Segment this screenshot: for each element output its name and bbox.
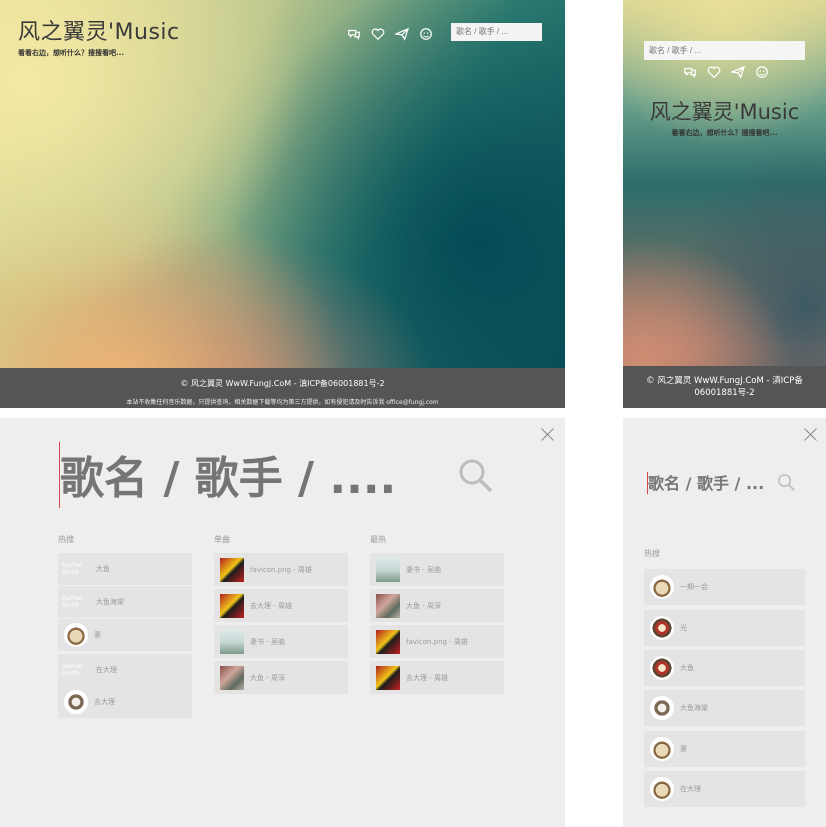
heart-icon[interactable] [371, 26, 385, 41]
item-label: 大鱼 - 周深 [250, 673, 285, 682]
item-label: 大鱼 [96, 565, 110, 573]
item-label: 大鱼 [680, 664, 694, 672]
bird-avatar [650, 656, 674, 680]
footer: © 风之翼灵 WwW.FungJ.CoM - 滇ICP备06001881号-2 … [0, 368, 565, 408]
item-label: 大鱼 - 周深 [406, 601, 441, 610]
list-item[interactable]: 大鱼 - 周深 [370, 589, 504, 622]
fish-cover [376, 593, 400, 618]
list-item[interactable]: 大鱼海棠 [644, 690, 805, 726]
item-label: 妻 [94, 631, 101, 639]
smiley-icon[interactable] [755, 64, 769, 78]
dog-avatar [64, 623, 88, 647]
item-label: favicon.png - 周雄 [406, 637, 468, 646]
smiley-icon[interactable] [419, 26, 433, 40]
item-label: 在大理 [96, 666, 117, 674]
item-label: 一期一会 [680, 583, 708, 591]
dog-avatar [650, 737, 674, 761]
list-item[interactable]: Rachel Smith 大鱼 [58, 553, 192, 585]
item-label: 妻 [680, 745, 687, 753]
item-label: 光 [680, 624, 687, 632]
search-icon[interactable] [458, 458, 494, 494]
favicon-cover [376, 665, 400, 690]
list-item[interactable]: 大鱼 [644, 650, 805, 686]
column-title-hot: 热搜 [58, 535, 74, 544]
brand: 风之翼灵'Music 看看右边，想听什么？搜搜看吧... [18, 14, 180, 58]
dog-avatar [650, 575, 674, 599]
list-item[interactable]: 去大理 [58, 686, 192, 718]
item-label: 大鱼海棠 [680, 704, 708, 712]
close-icon[interactable] [804, 427, 818, 441]
footer: © 风之翼灵 WwW.FungJ.CoM - 滇ICP备06001881号-2 [623, 366, 826, 408]
search-icon[interactable] [777, 473, 796, 492]
mobile-hero-panel: 风之翼灵'Music 看看右边，想听什么？搜搜看吧... © 风之翼灵 WwW.… [623, 0, 826, 408]
list-item[interactable]: 妻书 - 吴脑 [370, 553, 504, 586]
top-icon-bar [683, 64, 769, 79]
list-item[interactable]: 一期一会 [644, 569, 805, 605]
list-item[interactable]: 去大理 - 周雄 [214, 589, 348, 622]
site-subtitle: 看看右边，想听什么？搜搜看吧... [671, 129, 778, 137]
thumb-text: Rachel Smith [62, 663, 83, 677]
site-title[interactable]: 风之翼灵'Music [623, 96, 826, 126]
landscape-cover [220, 629, 244, 654]
list-item[interactable]: Rachel Smith 在大理 [58, 654, 192, 686]
footer-copyright: © 风之翼灵 WwW.FungJ.CoM - 滇ICP备06001881号-2 [646, 376, 803, 398]
item-label: 在大理 [680, 785, 701, 793]
list-item[interactable]: favicon.png - 周雄 [214, 553, 348, 586]
thumb-text: Rachel Smith [62, 595, 83, 609]
search-input[interactable] [648, 472, 768, 494]
list-item[interactable]: 妻 [58, 619, 192, 651]
chat-icon[interactable] [347, 26, 361, 40]
landscape-cover [376, 557, 400, 582]
desktop-hero-panel: 风之翼灵'Music 看看右边，想听什么？搜搜看吧... © 风之翼灵 WwW.… [0, 0, 565, 408]
heart-icon[interactable] [707, 64, 721, 79]
paper-plane-icon[interactable] [729, 64, 746, 79]
top-icon-bar [347, 26, 433, 41]
item-label: 妻书 - 吴脑 [406, 565, 441, 574]
favicon-cover [220, 593, 244, 618]
list-item[interactable]: 妻 [644, 731, 805, 767]
search-overlay: 热搜 Rachel Smith 大鱼 Rachel Smith 大鱼海棠 妻 Rac… [0, 418, 565, 827]
item-label: 去大理 [94, 698, 115, 706]
close-icon[interactable] [541, 427, 555, 441]
owl-avatar [650, 696, 674, 720]
site-subtitle: 看看右边，想听什么？搜搜看吧... [18, 49, 124, 57]
list-item[interactable]: 妻书 - 吴脑 [214, 625, 348, 658]
column-title-singles: 单曲 [214, 535, 230, 544]
list-item[interactable]: 大鱼 - 周深 [214, 661, 348, 694]
list-item[interactable]: Rachel Smith 大鱼海棠 [58, 586, 192, 618]
brand: 风之翼灵'Music 看看右边，想听什么？搜搜看吧... [623, 96, 826, 138]
bird-avatar [650, 616, 674, 640]
favicon-cover [376, 629, 400, 654]
paper-plane-icon[interactable] [393, 26, 410, 41]
item-label: 大鱼海棠 [96, 598, 124, 606]
fish-cover [220, 665, 244, 690]
search-input[interactable] [451, 23, 542, 41]
list-item[interactable]: 去大理 - 周雄 [370, 661, 504, 694]
thumb-text: Rachel Smith [62, 562, 83, 576]
search-input[interactable] [644, 41, 805, 60]
list-item[interactable]: favicon.png - 周雄 [370, 625, 504, 658]
item-label: favicon.png - 周雄 [250, 565, 312, 574]
footer-disclaimer: 本站不收集任何音乐数据，只提供查询，相关数据下载等均为第三方提供，如有侵犯请及时… [126, 399, 439, 406]
chat-icon[interactable] [683, 64, 697, 78]
list-item[interactable]: 光 [644, 610, 805, 646]
favicon-cover [220, 557, 244, 582]
search-overlay-mobile: 热搜 一期一会 光 大鱼 大鱼海棠 妻 在大理 [623, 418, 826, 827]
item-label: 去大理 - 周雄 [250, 601, 292, 610]
owl-avatar [64, 690, 88, 714]
footer-copyright: © 风之翼灵 WwW.FungJ.CoM - 滇ICP备06001881号-2 [180, 379, 385, 388]
column-title-hot: 热搜 [644, 549, 660, 558]
column-title-hottest: 最热 [370, 535, 386, 544]
search-input[interactable] [60, 448, 450, 508]
site-title[interactable]: 风之翼灵'Music [18, 14, 180, 46]
dog-avatar [650, 777, 674, 801]
item-label: 妻书 - 吴脑 [250, 637, 285, 646]
item-label: 去大理 - 周雄 [406, 673, 448, 682]
list-item[interactable]: 在大理 [644, 771, 805, 807]
